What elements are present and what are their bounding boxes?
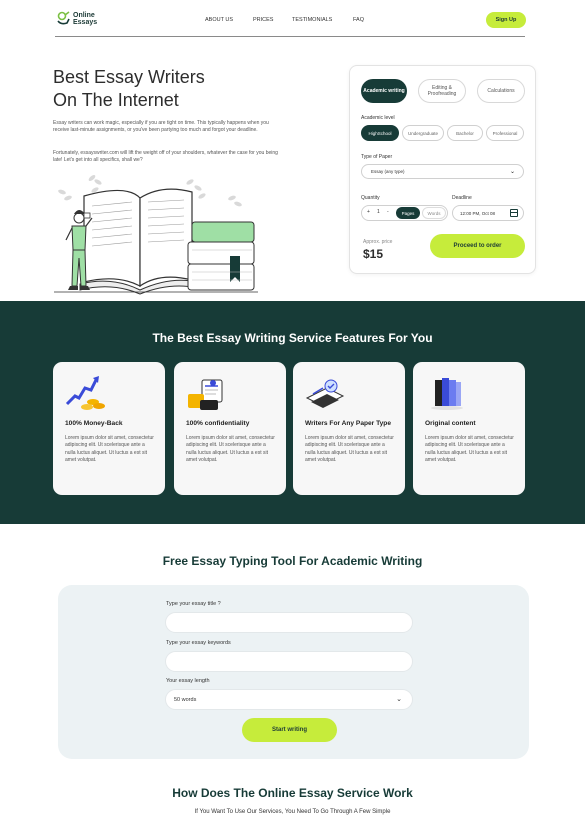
quantity-value[interactable]: 1 [377, 209, 380, 215]
hero-paragraph-2: Fortunately, essayswriter.com will lift … [53, 150, 278, 163]
hero-illustration [54, 175, 258, 295]
essay-keywords-input[interactable] [165, 651, 413, 672]
deadline-label: Deadline [452, 195, 472, 201]
feature-description: Lorem ipsum dolor sit amet, consectetur … [425, 435, 514, 464]
feature-description: Lorem ipsum dolor sit amet, consectetur … [305, 435, 394, 464]
essay-length-value: 50 words [174, 696, 197, 703]
deadline-picker[interactable]: 12:00 PM, Oct 08 [452, 205, 524, 221]
nav-about-us[interactable]: ABOUT US [205, 17, 233, 23]
calendar-icon[interactable] [510, 209, 518, 217]
feature-card-writers: Writers For Any Paper Type Lorem ipsum d… [293, 362, 405, 495]
deadline-value: 12:00 PM, Oct 08 [460, 210, 496, 216]
how-title: How Does The Online Essay Service Work [172, 786, 413, 800]
tab-editing-proofreading[interactable]: Editing & Proofreading [418, 79, 466, 103]
feature-description: Lorem ipsum dolor sit amet, consectetur … [186, 435, 275, 464]
price-value: $15 [363, 247, 384, 261]
features-title: The Best Essay Writing Service Features … [152, 331, 433, 345]
feature-title: 100% Money-Back [65, 420, 123, 427]
quantity-label: Quantity [361, 195, 380, 201]
essay-title-label: Type your essay title ? [166, 601, 221, 607]
essay-keywords-label: Type your essay keywords [166, 640, 231, 646]
tab-academic-writing[interactable]: Academic writing [361, 79, 407, 103]
hero-title-line2: On The Internet [53, 90, 179, 110]
academic-level-label: Academic level [361, 115, 395, 121]
signup-button[interactable]: Sign Up [486, 12, 526, 28]
chevron-down-icon: ⌄ [396, 696, 402, 703]
proceed-to-order-button[interactable]: Proceed to order [430, 234, 525, 258]
tool-title: Free Essay Typing Tool For Academic Writ… [162, 554, 423, 568]
decrement-button[interactable]: - [387, 209, 389, 215]
increment-button[interactable]: + [367, 209, 370, 215]
logo-icon [57, 11, 70, 25]
approx-price-label: Approx. price [363, 239, 393, 245]
feature-card-money-back: 100% Money-Back Lorem ipsum dolor sit am… [53, 362, 165, 495]
hero-title: Best Essay Writers On The Internet [53, 66, 293, 112]
unit-pages-toggle[interactable]: Pages [396, 207, 420, 219]
writers-icon [305, 379, 345, 408]
features-section: The Best Essay Writing Service Features … [0, 301, 585, 524]
original-content-icon [431, 378, 463, 410]
feature-card-confidentiality: 100% confidentiality Lorem ipsum dolor s… [174, 362, 286, 495]
feature-title: Writers For Any Paper Type [305, 420, 391, 427]
logo-text: Online Essays [73, 12, 97, 26]
unit-words-toggle[interactable]: Words [422, 207, 446, 219]
feature-description: Lorem ipsum dolor sit amet, consectetur … [65, 435, 154, 464]
feature-title: 100% confidentiality [186, 420, 250, 427]
paper-type-label: Type of Paper [361, 154, 393, 160]
order-card: Academic writing Editing & Proofreading … [349, 65, 536, 274]
header-divider [55, 36, 525, 37]
level-professional[interactable]: Professional [486, 125, 524, 141]
level-bachelor[interactable]: Bachelor [447, 125, 483, 141]
logo[interactable]: Online Essays [56, 11, 97, 27]
paper-type-select[interactable]: Essay (any type) ⌄ [361, 164, 524, 179]
hero-paragraph-1: Essay writers can work magic, especially… [53, 120, 269, 133]
hero-title-line1: Best Essay Writers [53, 67, 205, 87]
essay-title-input[interactable] [165, 612, 413, 633]
nav-testimonials[interactable]: TESTIMONIALS [292, 17, 332, 23]
paper-type-value: Essay (any type) [371, 169, 405, 174]
site-header: Online Essays ABOUT US PRICES TESTIMONIA… [0, 0, 585, 37]
logo-line2: Essays [73, 19, 98, 26]
how-subtitle: If You Want To Use Our Services, You Nee… [194, 809, 391, 815]
level-undergraduate[interactable]: Undergraduate [402, 125, 444, 141]
chevron-down-icon: ⌄ [509, 169, 515, 175]
feature-card-original-content: Original content Lorem ipsum dolor sit a… [413, 362, 525, 495]
essay-length-select[interactable]: 50 words ⌄ [165, 689, 413, 710]
quantity-stepper: + 1 - Pages Words [361, 205, 448, 221]
tab-calculations[interactable]: Calculations [477, 79, 525, 103]
start-writing-button[interactable]: Start writing [242, 718, 337, 742]
money-back-icon [65, 376, 105, 410]
logo-line1: Online [73, 12, 95, 19]
essay-tool-panel: Type your essay title ? Type your essay … [58, 585, 529, 759]
feature-title: Original content [425, 420, 476, 427]
nav-faq[interactable]: FAQ [353, 17, 364, 23]
nav-prices[interactable]: PRICES [253, 17, 273, 23]
confidentiality-icon [188, 379, 223, 410]
essay-length-label: Your essay length [166, 678, 210, 684]
level-highschool[interactable]: HighSchool [361, 125, 399, 141]
